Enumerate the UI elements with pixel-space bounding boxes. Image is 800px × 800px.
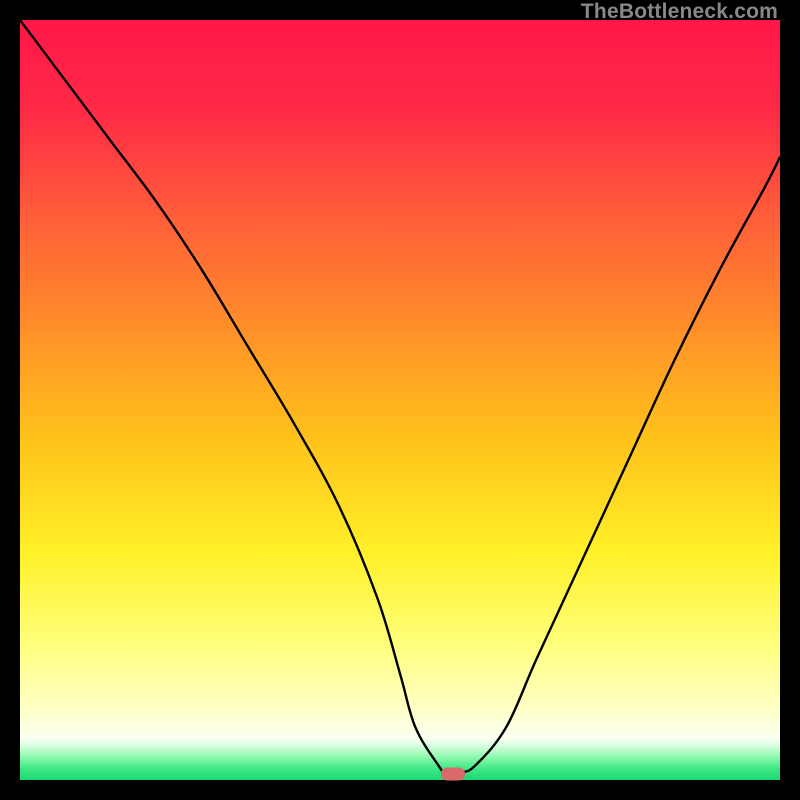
plot-area [20, 20, 780, 780]
optimal-point-marker [441, 767, 465, 780]
watermark-label: TheBottleneck.com [581, 0, 778, 24]
chart-container: TheBottleneck.com [0, 0, 800, 800]
gradient-background [20, 20, 780, 780]
chart-svg [20, 20, 780, 780]
